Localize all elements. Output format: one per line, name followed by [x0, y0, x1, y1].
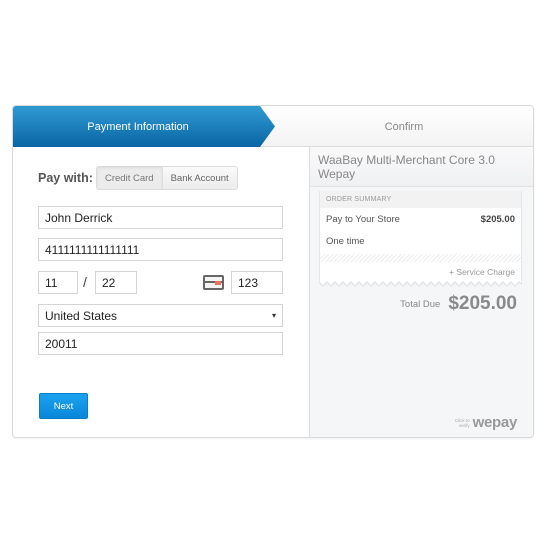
line-item-label: Pay to Your Store — [326, 213, 400, 225]
cardholder-name-input[interactable]: John Derrick — [38, 206, 283, 229]
next-button[interactable]: Next — [39, 393, 88, 419]
receipt-zigzag-edge — [319, 281, 522, 287]
payment-form: Pay with: Credit Card Bank Account John … — [13, 147, 310, 437]
service-charge-note: + Service Charge — [449, 267, 515, 277]
step-label: Payment Information — [87, 120, 189, 133]
payment-card: Payment Information Confirm Pay with: Cr… — [12, 105, 534, 438]
expiry-month-input[interactable]: 11 — [38, 271, 78, 294]
pay-with-label: Pay with: — [38, 171, 93, 185]
step-progress: Payment Information Confirm — [13, 106, 533, 147]
verify-line-1: Click to — [454, 417, 470, 423]
order-summary-panel: WaaBay Multi-Merchant Core 3.0 Wepay ORD… — [310, 147, 533, 437]
frequency-label: One time — [326, 235, 365, 247]
order-line-item: Pay to Your Store $205.00 — [320, 208, 521, 230]
expiry-separator: / — [83, 274, 87, 290]
expiry-year-input[interactable]: 22 — [95, 271, 137, 294]
credit-card-tab[interactable]: Credit Card — [97, 167, 163, 189]
step-label: Confirm — [384, 120, 424, 133]
step-confirm: Confirm — [275, 106, 533, 147]
card-number-input[interactable]: 4111111111111111 — [38, 238, 283, 261]
credit-card-cvv-icon — [203, 275, 224, 290]
cvv-input[interactable]: 123 — [231, 271, 283, 294]
merchant-title: WaaBay Multi-Merchant Core 3.0 Wepay — [310, 147, 533, 187]
line-item-amount: $205.00 — [480, 213, 515, 225]
verify-text: Click to verify — [455, 418, 470, 428]
hatch-divider — [320, 254, 521, 262]
payment-method-toggle: Credit Card Bank Account — [96, 166, 238, 190]
zip-code-input[interactable]: 20011 — [38, 332, 283, 355]
verify-line-2: verify — [458, 422, 470, 428]
wepay-verify-badge[interactable]: Click to verify wepay — [455, 414, 517, 431]
country-select[interactable]: United States ▾ — [38, 304, 283, 327]
bank-account-tab[interactable]: Bank Account — [163, 167, 237, 189]
chevron-down-icon: ▾ — [271, 311, 276, 320]
wepay-logo: wepay — [472, 414, 518, 431]
country-value: United States — [45, 308, 118, 323]
order-summary: ORDER SUMMARY Pay to Your Store $205.00 … — [319, 191, 522, 281]
step-payment-information: Payment Information — [13, 106, 275, 147]
total-due-amount: $205.00 — [448, 293, 517, 314]
order-summary-header: ORDER SUMMARY — [320, 191, 521, 208]
total-due: Total Due $205.00 — [400, 293, 517, 315]
payment-frequency: One time — [320, 230, 521, 252]
total-due-label: Total Due — [400, 298, 441, 310]
